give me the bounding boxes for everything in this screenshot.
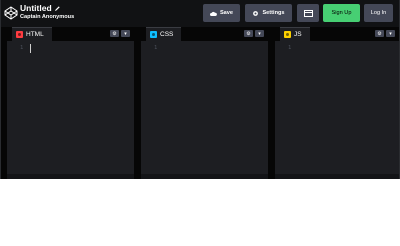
pencil-icon[interactable] [54,5,61,12]
log-in-button[interactable]: Log In [364,4,393,22]
css-icon [150,31,157,38]
codepen-editor: Untitled Captain Anonymous Save Settings [0,0,400,179]
change-view-button[interactable] [297,4,319,22]
html-editor[interactable]: HTML ⚙ ▾ 1 [7,27,134,174]
sign-up-label: Sign Up [331,10,352,16]
save-label: Save [219,10,234,16]
resize-gutter[interactable] [134,27,141,179]
js-icon [284,31,291,38]
line-number: 1 [20,45,24,51]
save-button[interactable]: Save [203,4,240,22]
js-chevron-down-icon[interactable]: ▾ [386,30,395,37]
css-chevron-down-icon[interactable]: ▾ [255,30,264,37]
cloud-icon [209,11,217,16]
header: Untitled Captain Anonymous Save Settings [1,0,399,27]
html-tab-label: HTML [26,31,44,38]
html-icon [16,31,23,38]
settings-button[interactable]: Settings [245,4,292,22]
text-cursor [30,44,31,53]
html-tab[interactable]: HTML [12,27,52,41]
pen-title[interactable]: Untitled [20,3,52,13]
author-name[interactable]: Captain Anonymous [20,13,74,21]
line-number: 1 [154,45,158,51]
layout-icon [303,9,313,17]
js-tab-controls: ⚙ ▾ [375,30,395,37]
css-settings-icon[interactable]: ⚙ [244,30,253,37]
css-editor[interactable]: CSS ⚙ ▾ 1 [141,27,268,174]
html-chevron-down-icon[interactable]: ▾ [121,30,130,37]
gear-icon [253,10,259,16]
js-editor[interactable]: JS ⚙ ▾ 1 [275,27,399,174]
js-tab[interactable]: JS [280,27,310,41]
settings-label: Settings [262,10,285,16]
css-tab[interactable]: CSS [146,27,182,41]
html-settings-icon[interactable]: ⚙ [110,30,119,37]
title-block: Untitled Captain Anonymous [20,3,74,21]
html-tab-controls: ⚙ ▾ [110,30,130,37]
log-in-label: Log In [370,10,387,16]
js-settings-icon[interactable]: ⚙ [375,30,384,37]
line-number: 1 [288,45,292,51]
sign-up-button[interactable]: Sign Up [323,4,360,22]
codepen-logo-icon[interactable] [4,6,18,20]
resize-gutter[interactable] [268,27,275,179]
js-tab-label: JS [294,31,302,38]
css-tab-controls: ⚙ ▾ [244,30,264,37]
editor-panes: HTML ⚙ ▾ 1 CSS ⚙ ▾ 1 JS ⚙ ▾ 1 [1,27,399,179]
css-tab-label: CSS [160,31,174,38]
